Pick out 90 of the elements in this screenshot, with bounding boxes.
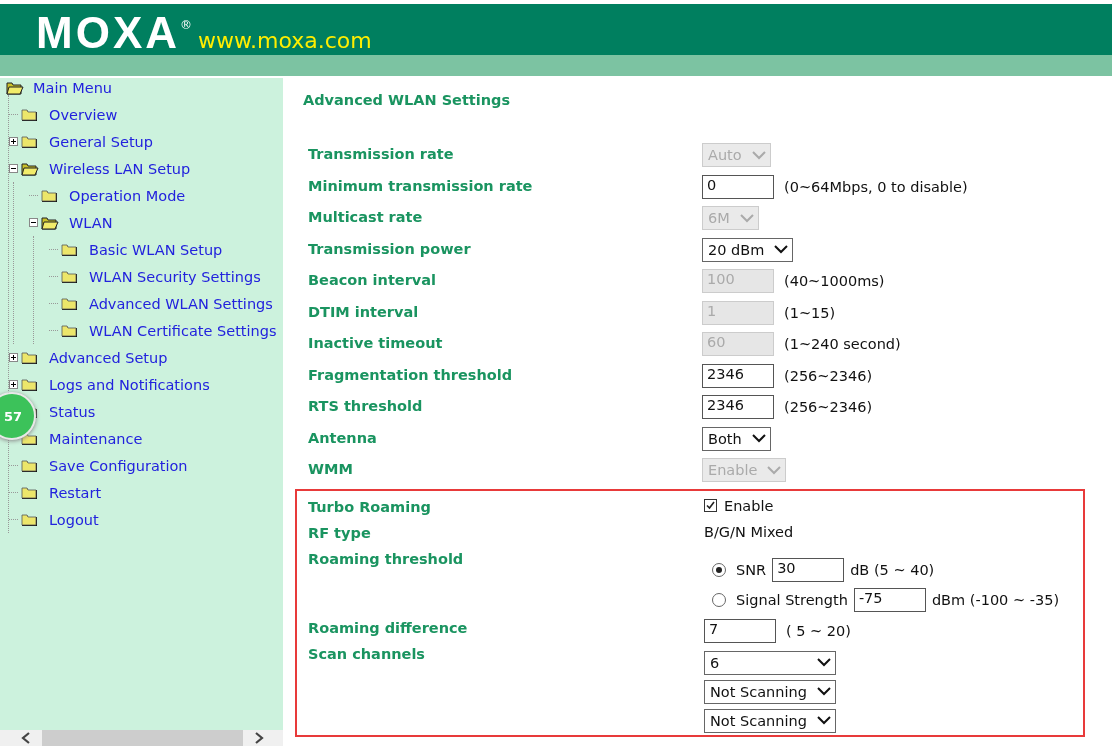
- folder-icon: [21, 350, 39, 365]
- field-label: RF type: [307, 523, 372, 541]
- menu-item[interactable]: Advanced WLAN Settings: [89, 295, 273, 312]
- dropdown[interactable]: 20 dBm: [702, 237, 794, 262]
- field-label: Scan channels: [307, 644, 426, 662]
- expand-icon[interactable]: [9, 353, 18, 362]
- menu-item[interactable]: Basic WLAN Setup: [89, 241, 223, 258]
- input-field[interactable]: 30: [772, 557, 845, 582]
- menu-item[interactable]: Maintenance: [49, 430, 143, 447]
- unit-hint: dB (5 ~ 40): [850, 561, 935, 578]
- menu-item[interactable]: Logout: [49, 511, 99, 528]
- menu-item[interactable]: Status: [49, 403, 96, 420]
- website-link[interactable]: www.moxa.com: [198, 28, 372, 53]
- field-label: Transmission rate: [307, 145, 455, 162]
- range-hint: (40~1000ms): [784, 273, 885, 289]
- menu-item[interactable]: General Setup: [49, 133, 153, 150]
- unit-hint: dBm (-100 ~ -35): [931, 591, 1060, 608]
- input-field[interactable]: 7: [704, 618, 776, 643]
- menu-item[interactable]: Operation Mode: [69, 187, 186, 204]
- folder-icon: [61, 242, 79, 257]
- field-label: WMM: [307, 460, 354, 477]
- folder-icon: [61, 323, 79, 338]
- checkbox[interactable]: [704, 499, 717, 512]
- expand-icon[interactable]: [9, 380, 18, 389]
- dropdown[interactable]: Not Scanning: [704, 679, 836, 704]
- folder-icon: [61, 269, 79, 284]
- open-folder-icon: [21, 161, 39, 176]
- menu-item[interactable]: Restart: [49, 484, 102, 501]
- field-value: B/G/N Mixed: [704, 523, 794, 540]
- page-title: Advanced WLAN Settings: [303, 92, 512, 110]
- folder-icon: [21, 458, 39, 473]
- folder-icon: [21, 377, 39, 392]
- chevron-down-icon[interactable]: [816, 658, 831, 667]
- field-label: Roaming difference: [307, 618, 469, 636]
- folder-icon: [21, 512, 39, 527]
- chevron-down-icon[interactable]: [816, 687, 831, 696]
- chevron-down-icon[interactable]: [816, 716, 831, 725]
- horizontal-scrollbar[interactable]: [0, 730, 283, 746]
- field-label: Beacon interval: [307, 271, 437, 288]
- menu-item[interactable]: Main Menu: [33, 79, 113, 96]
- input-field[interactable]: 2346: [702, 395, 774, 419]
- range-hint: (256~2346): [784, 399, 873, 415]
- input-field[interactable]: -75: [853, 587, 926, 612]
- field-label: RTS threshold: [307, 397, 424, 414]
- radio-label: Signal Strength: [736, 591, 848, 608]
- menu-item[interactable]: Logs and Notifications: [49, 376, 210, 393]
- checkbox-label: Enable: [724, 497, 774, 514]
- input-field[interactable]: 0: [702, 174, 774, 199]
- folder-icon: [41, 188, 59, 203]
- menu-item[interactable]: Advanced Setup: [49, 349, 168, 366]
- chevron-down-icon[interactable]: [751, 434, 766, 443]
- folder-icon: [21, 134, 39, 149]
- field-label: Roaming threshold: [307, 549, 465, 567]
- folder-icon: [61, 296, 79, 311]
- folder-icon: [21, 485, 39, 500]
- collapse-icon[interactable]: [9, 164, 18, 173]
- dropdown[interactable]: Not Scanning: [704, 708, 836, 733]
- range-hint: (0~64Mbps, 0 to disable): [784, 178, 968, 195]
- open-folder-icon: [41, 215, 59, 230]
- field-label: Inactive timeout: [307, 334, 444, 351]
- menu-item[interactable]: WLAN Security Settings: [89, 268, 261, 285]
- notification-badge: 57: [0, 392, 36, 440]
- dropdown[interactable]: 6: [704, 650, 836, 675]
- field-label: Multicast rate: [307, 208, 424, 225]
- folder-icon: [21, 107, 39, 122]
- registered-mark: ®: [180, 18, 192, 32]
- range-hint: ( 5 ~ 20): [786, 622, 851, 639]
- field-label: Transmission power: [307, 239, 472, 257]
- menu-item[interactable]: Wireless LAN Setup: [49, 160, 191, 177]
- expand-icon[interactable]: [9, 137, 18, 146]
- collapse-icon[interactable]: [29, 218, 38, 227]
- scroll-left-icon[interactable]: [20, 731, 32, 745]
- menu-item[interactable]: Save Configuration: [49, 457, 188, 474]
- field-label: Antenna: [307, 428, 378, 446]
- dropdown[interactable]: Both: [702, 426, 771, 451]
- menu-item[interactable]: Overview: [49, 106, 118, 123]
- field-label: Minimum transmission rate: [307, 176, 534, 194]
- menu-item[interactable]: WLAN Certificate Settings: [89, 322, 277, 339]
- range-hint: (1~240 second): [784, 336, 901, 352]
- logo: MOXA: [36, 12, 180, 54]
- menu-item[interactable]: WLAN: [69, 214, 113, 231]
- chevron-down-icon[interactable]: [774, 245, 789, 254]
- field-label: DTIM interval: [307, 302, 420, 320]
- field-label: Fragmentation threshold: [307, 365, 513, 383]
- range-hint: (1~15): [784, 304, 836, 321]
- input-field[interactable]: 2346: [702, 363, 774, 388]
- scroll-right-icon[interactable]: [253, 731, 265, 745]
- field-label: Turbo Roaming: [307, 497, 432, 515]
- range-hint: (256~2346): [784, 367, 873, 384]
- radio-label: SNR: [736, 561, 767, 578]
